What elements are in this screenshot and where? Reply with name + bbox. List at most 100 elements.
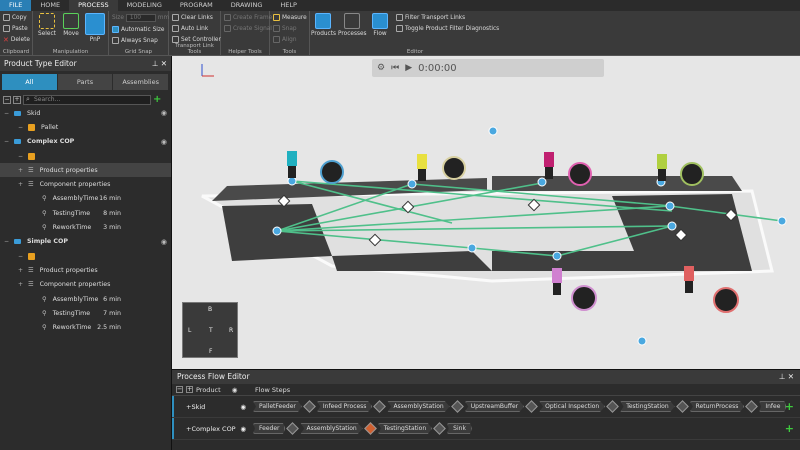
add-product-icon[interactable]: +: [153, 94, 161, 105]
play-icon[interactable]: ▶: [405, 63, 412, 73]
transport-link-icon[interactable]: [363, 422, 377, 435]
move-button[interactable]: Move: [59, 13, 83, 37]
transport-link-icon[interactable]: [675, 400, 689, 413]
menu-file[interactable]: FILE: [0, 0, 32, 11]
tree-item[interactable]: + ☰ Product properties: [0, 163, 171, 178]
set-controller-button[interactable]: Set Controller: [172, 36, 221, 43]
size-field[interactable]: Size 100 mm: [112, 14, 169, 22]
auto-link-button[interactable]: Auto Link: [172, 25, 208, 32]
always-snap-checkbox[interactable]: Always Snap: [112, 37, 158, 44]
tree-item[interactable]: ⚲ TestingTime 8 min: [0, 206, 171, 220]
tree-item[interactable]: + ☰ Component properties: [0, 177, 171, 191]
expander-icon[interactable]: +: [18, 167, 28, 174]
menu-program[interactable]: PROGRAM: [171, 0, 222, 11]
tree-item[interactable]: ⚲ ReworkTime 2.5 min: [0, 320, 171, 334]
flow-step[interactable]: Feeder: [253, 423, 286, 434]
expander-icon[interactable]: −: [18, 124, 28, 131]
flow-step[interactable]: Infee: [759, 401, 787, 412]
expand-all-icon[interactable]: +: [13, 95, 21, 104]
flow-row-product[interactable]: + Skid ◉: [172, 396, 250, 417]
expander-icon[interactable]: −: [18, 153, 28, 160]
flow-step[interactable]: PalletFeeder: [253, 401, 302, 412]
eye-icon[interactable]: ◉: [240, 403, 246, 411]
create-frame-button[interactable]: Create Frame: [224, 14, 272, 21]
expander-icon[interactable]: +: [18, 267, 28, 274]
transport-link-icon[interactable]: [606, 400, 620, 413]
pnp-button[interactable]: PnP: [83, 13, 107, 43]
pin-icon[interactable]: ⊥: [152, 59, 159, 68]
close-icon[interactable]: ✕: [788, 372, 794, 381]
expand-all-icon[interactable]: +: [186, 386, 193, 393]
paste-button[interactable]: Paste: [3, 25, 28, 32]
tree-item[interactable]: − Simple COP ◉: [0, 235, 171, 249]
settings-icon[interactable]: ⚙: [377, 63, 385, 73]
tree-item[interactable]: + ☰ Product properties: [0, 263, 171, 277]
navigation-cube[interactable]: B T F L R: [182, 302, 238, 358]
menu-modeling[interactable]: MODELING: [118, 0, 171, 11]
delete-button[interactable]: ✕ Delete: [3, 36, 30, 44]
flow-step[interactable]: UpstreamBuffer: [464, 401, 525, 412]
tree-item[interactable]: + ☰ Component properties: [0, 278, 171, 292]
flow-step[interactable]: AssemblyStation: [387, 401, 450, 412]
snap-button[interactable]: Snap: [273, 25, 297, 32]
tree-item[interactable]: − Skid ◉: [0, 106, 171, 120]
tree-item[interactable]: −: [0, 149, 171, 163]
expander-icon[interactable]: −: [4, 238, 14, 245]
tree-item[interactable]: ⚲ TestingTime 7 min: [0, 306, 171, 320]
flow-step[interactable]: Infeed Process: [316, 401, 373, 412]
search-input[interactable]: Search...: [23, 94, 151, 105]
select-button[interactable]: Select: [35, 13, 59, 37]
create-signal-button[interactable]: Create Signal: [224, 25, 272, 32]
add-step-icon[interactable]: +: [785, 422, 794, 435]
tree-item[interactable]: ⚲ ReworkTime 3 min: [0, 220, 171, 234]
tab-all[interactable]: All: [2, 74, 57, 90]
copy-button[interactable]: Copy: [3, 14, 27, 21]
eye-icon[interactable]: ◉: [161, 138, 167, 146]
eye-icon[interactable]: ◉: [240, 425, 246, 433]
flow-button[interactable]: Flow: [368, 13, 392, 37]
eye-icon[interactable]: ◉: [161, 238, 167, 246]
expander-icon[interactable]: +: [18, 181, 28, 188]
filter-transport-links-checkbox[interactable]: Filter Transport Links: [396, 14, 465, 21]
nav-front[interactable]: F: [209, 348, 212, 355]
pin-icon[interactable]: ⊥: [779, 372, 786, 381]
flow-step[interactable]: Optical Inspection: [539, 401, 606, 412]
collapse-all-icon[interactable]: −: [176, 386, 183, 393]
flow-step[interactable]: Sink: [447, 423, 472, 434]
eye-icon[interactable]: ◉: [161, 109, 167, 117]
expander-icon[interactable]: −: [4, 138, 14, 145]
add-step-icon[interactable]: +: [785, 400, 794, 413]
transport-link-icon[interactable]: [303, 400, 316, 413]
transport-link-icon[interactable]: [450, 400, 464, 413]
menu-help[interactable]: HELP: [271, 0, 306, 11]
transport-link-icon[interactable]: [525, 400, 538, 413]
flow-row[interactable]: + Skid ◉ PalletFeeder Infeed Process Assembl…: [172, 396, 800, 418]
flow-step[interactable]: TestingStation: [377, 423, 433, 434]
menu-home[interactable]: HOME: [31, 0, 69, 11]
tree-item[interactable]: − Pallet: [0, 120, 171, 134]
flow-step[interactable]: AssemblyStation: [300, 423, 363, 434]
nav-back[interactable]: B: [208, 306, 212, 313]
tab-assemblies[interactable]: Assemblies: [113, 74, 169, 90]
products-button[interactable]: Products: [311, 13, 336, 37]
menu-drawing[interactable]: DRAWING: [222, 0, 272, 11]
3d-viewport[interactable]: ⚙ ⏮ ▶ 0:00:00 B T F L R: [172, 56, 800, 369]
tree-item[interactable]: ⚲ AssemblyTime 6 min: [0, 292, 171, 306]
nav-right[interactable]: R: [229, 327, 233, 334]
flow-row[interactable]: + Complex COP ◉ Feeder AssemblyStation Testi…: [172, 418, 800, 440]
align-button[interactable]: Align: [273, 36, 297, 43]
eye-icon[interactable]: ◉: [232, 386, 238, 394]
transport-link-icon[interactable]: [286, 422, 300, 435]
menu-process[interactable]: PROCESS: [69, 0, 118, 11]
automatic-size-checkbox[interactable]: Automatic Size: [112, 26, 164, 33]
close-icon[interactable]: ✕: [161, 59, 167, 68]
transport-link-icon[interactable]: [373, 400, 387, 413]
nav-left[interactable]: L: [188, 327, 191, 334]
flow-row-product[interactable]: + Complex COP ◉: [172, 418, 250, 439]
flow-step[interactable]: TestingStation: [620, 401, 675, 412]
clear-links-button[interactable]: Clear Links: [172, 14, 213, 21]
tree-item[interactable]: ⚲ AssemblyTime 16 min: [0, 192, 171, 206]
rewind-icon[interactable]: ⏮: [391, 63, 399, 73]
expander-icon[interactable]: −: [18, 253, 28, 260]
tab-parts[interactable]: Parts: [57, 74, 113, 90]
